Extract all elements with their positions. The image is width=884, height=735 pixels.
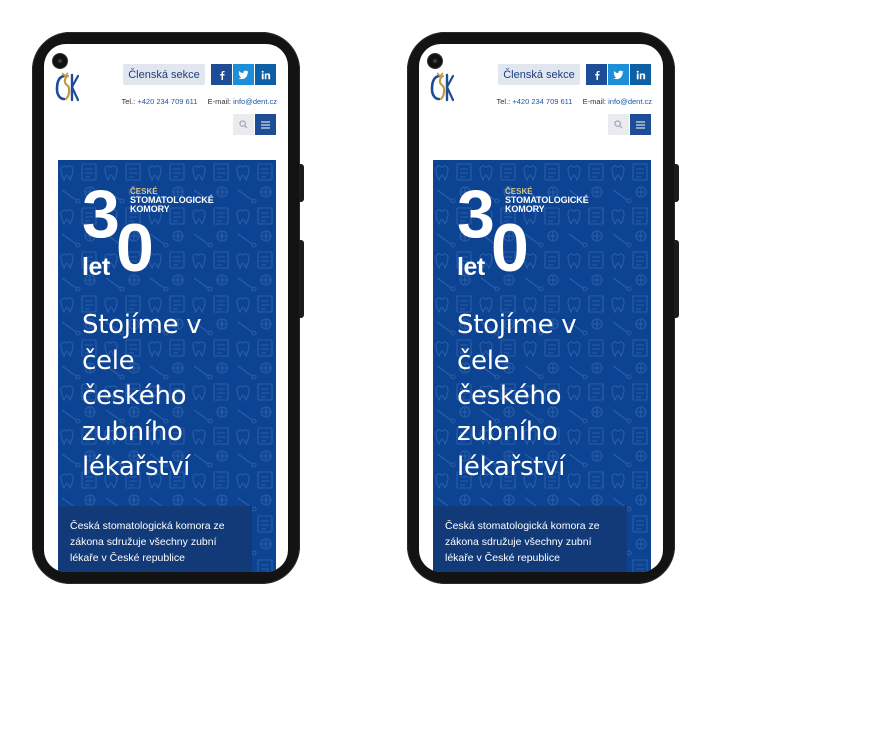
contact-line: Tel.: +420 234 709 611 E-mail: info@dent…	[419, 97, 652, 106]
anniversary-digit-three: 3	[82, 176, 120, 252]
linkedin-icon	[636, 70, 645, 79]
facebook-icon	[594, 70, 600, 80]
phone-screen: Členská sekce Tel.: +420 234 709 611 E-m…	[44, 44, 288, 572]
camera-icon	[428, 54, 442, 68]
anniversary-digit-zero: 0	[116, 210, 154, 286]
member-section-button[interactable]: Členská sekce	[498, 64, 580, 85]
hamburger-icon	[636, 121, 645, 128]
search-button[interactable]	[233, 114, 254, 135]
hero-banner: 3 0 let ČESKÉ STOMATOLOGICKÉ KOMORY Stoj…	[58, 160, 276, 572]
info-text: Česká stomatologická komora ze zákona sd…	[445, 520, 600, 564]
headline-line: čele	[82, 345, 135, 376]
hero-banner: 3 0 let ČESKÉ STOMATOLOGICKÉ KOMORY Stoj…	[433, 160, 651, 572]
phone-link[interactable]: +420 234 709 611	[137, 97, 197, 106]
info-box: Česká stomatologická komora ze zákona sd…	[433, 506, 627, 572]
volume-button	[299, 164, 304, 202]
headline-line: čele	[457, 345, 510, 376]
info-text: Česká stomatologická komora ze zákona sd…	[70, 520, 225, 564]
anniversary-let: let	[457, 253, 485, 281]
search-icon	[239, 120, 248, 129]
headline-line: zubního	[457, 416, 558, 447]
headline-line: zubního	[82, 416, 183, 447]
email-label: E-mail:	[207, 97, 232, 106]
headline-line: lékařství	[82, 452, 191, 482]
anniversary-digit-three: 3	[457, 176, 495, 252]
facebook-icon	[219, 70, 225, 80]
facebook-button[interactable]	[211, 64, 232, 85]
anniversary-let: let	[82, 253, 110, 281]
menu-button[interactable]	[630, 114, 651, 135]
phone-label: Tel.:	[121, 97, 136, 106]
headline-line: Stojíme v	[457, 310, 577, 340]
power-button	[299, 240, 304, 318]
headline-line: lékařství	[457, 452, 566, 482]
linkedin-icon	[261, 70, 270, 79]
twitter-button[interactable]	[608, 64, 629, 85]
phone-label: Tel.:	[496, 97, 511, 106]
twitter-icon	[613, 70, 624, 79]
phone-mockup-right: Členská sekce Tel.: +420 234 709 611 E-m…	[407, 32, 679, 584]
email-link[interactable]: info@dent.cz	[233, 97, 277, 106]
twitter-icon	[238, 70, 249, 79]
org-name-line3: KOMORY	[130, 204, 170, 214]
info-box: Česká stomatologická komora ze zákona sd…	[58, 506, 252, 572]
member-section-button[interactable]: Členská sekce	[123, 64, 205, 85]
linkedin-button[interactable]	[630, 64, 651, 85]
menu-button[interactable]	[255, 114, 276, 135]
contact-line: Tel.: +420 234 709 611 E-mail: info@dent…	[44, 97, 277, 106]
search-icon	[614, 120, 623, 129]
phone-mockup-left: Členská sekce Tel.: +420 234 709 611 E-m…	[32, 32, 304, 584]
hero-headline: Stojíme v čele českého zubního lékařství	[82, 308, 262, 486]
headline-line: českého	[82, 381, 187, 411]
hamburger-icon	[261, 121, 270, 128]
twitter-button[interactable]	[233, 64, 254, 85]
hero-headline: Stojíme v čele českého zubního lékařství	[457, 308, 637, 486]
power-button	[674, 240, 679, 318]
email-label: E-mail:	[582, 97, 607, 106]
org-name-line3: KOMORY	[505, 204, 545, 214]
phone-screen: Členská sekce Tel.: +420 234 709 611 E-m…	[419, 44, 663, 572]
anniversary-digit-zero: 0	[491, 210, 529, 286]
headline-line: Stojíme v	[82, 310, 202, 340]
volume-button	[674, 164, 679, 202]
headline-line: českého	[457, 381, 562, 411]
search-button[interactable]	[608, 114, 629, 135]
linkedin-button[interactable]	[255, 64, 276, 85]
camera-icon	[53, 54, 67, 68]
facebook-button[interactable]	[586, 64, 607, 85]
email-link[interactable]: info@dent.cz	[608, 97, 652, 106]
phone-link[interactable]: +420 234 709 611	[512, 97, 572, 106]
